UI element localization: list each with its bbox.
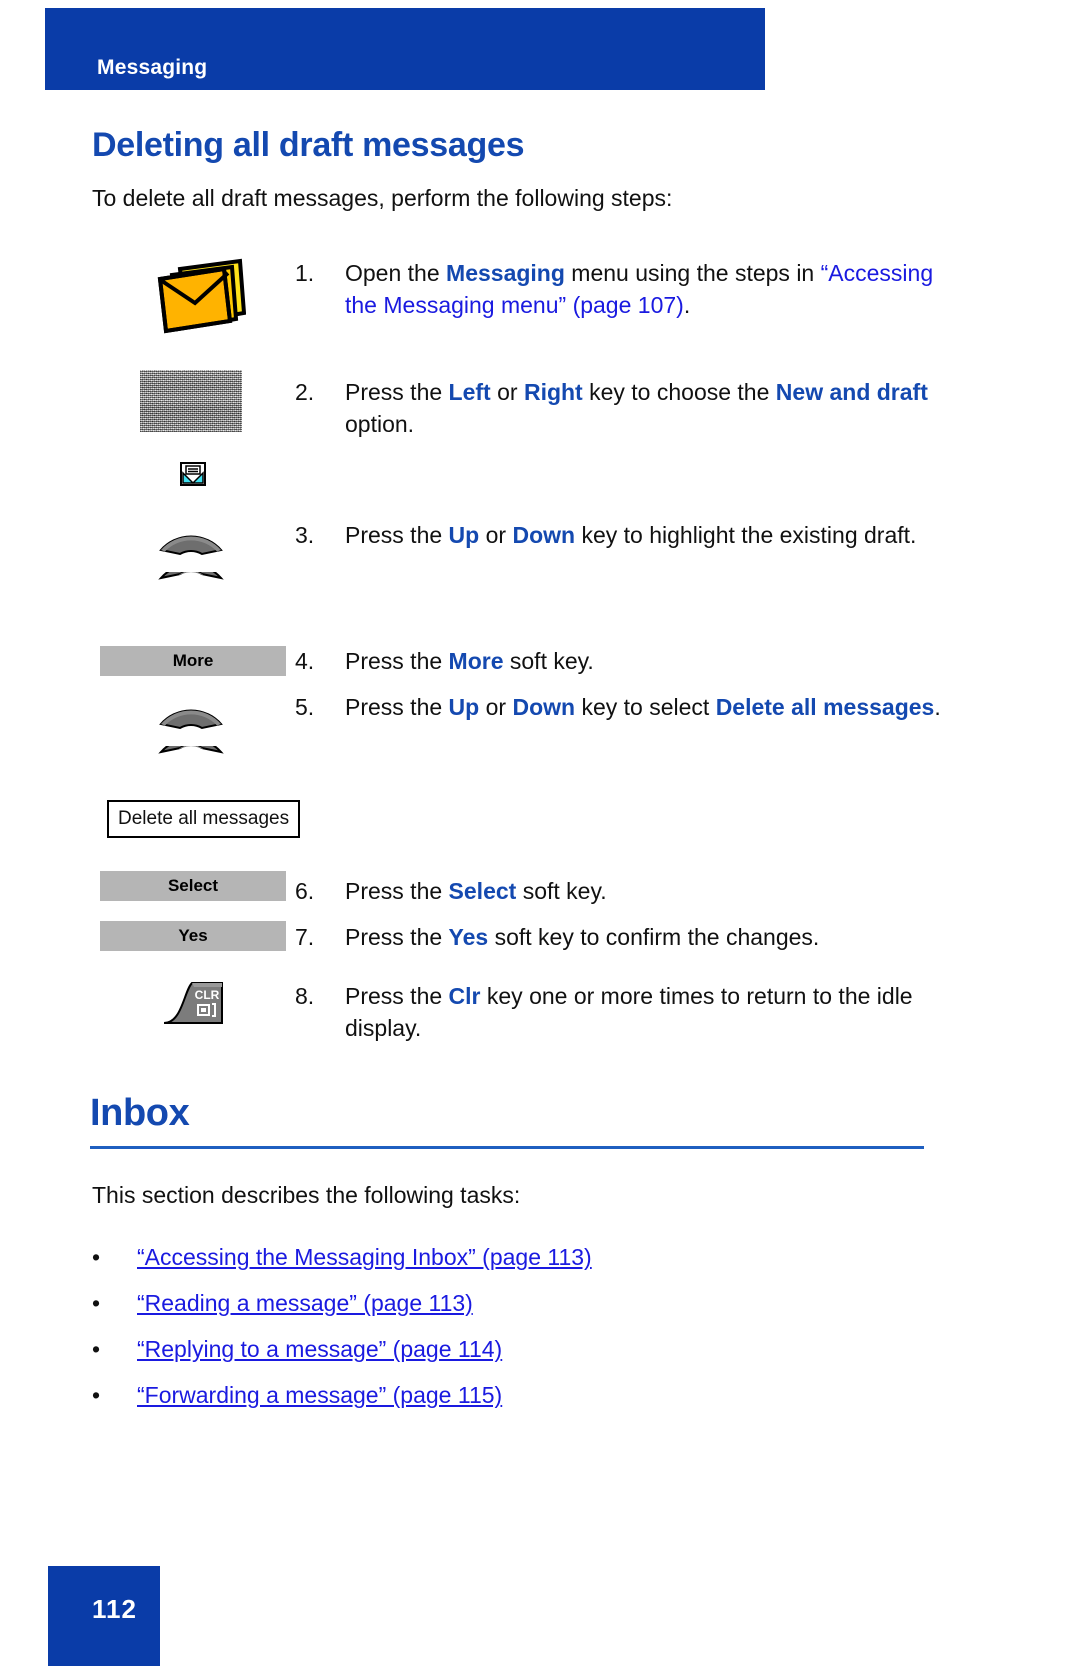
step-3-number: 3.	[295, 522, 315, 548]
inbox-link-replying[interactable]: “Replying to a message” (page 114)	[137, 1335, 502, 1365]
envelope-stack-icon	[150, 255, 247, 335]
inbox-link-forwarding[interactable]: “Forwarding a message” (page 115)	[137, 1381, 502, 1411]
step-1-text: Open the Messaging menu using the steps …	[345, 260, 934, 318]
step-5-number: 5.	[295, 694, 315, 720]
svg-text:CLR: CLR	[195, 988, 220, 1002]
menu-option-delete-all-messages[interactable]: Delete all messages	[107, 800, 301, 838]
step-8-text: Press the Clr key one or more times to r…	[345, 983, 913, 1041]
page-intro-text: To delete all draft messages, perform th…	[92, 185, 673, 211]
menu-option-label: Delete all messages	[107, 800, 301, 838]
step-2-number: 2.	[295, 379, 315, 405]
running-header-bar: Messaging	[45, 8, 765, 90]
navigation-key-up-icon	[155, 510, 227, 556]
step-8-number: 8.	[295, 983, 315, 1009]
step-2-text: Press the Left or Right key to choose th…	[345, 379, 928, 437]
bullet-icon: •	[92, 1244, 101, 1270]
step-7-number: 7.	[295, 924, 315, 950]
softkey-more-button[interactable]: More	[100, 646, 286, 676]
inbox-link-accessing[interactable]: “Accessing the Messaging Inbox” (page 11…	[137, 1243, 592, 1273]
navigation-key-up-icon	[155, 684, 227, 730]
step-1-number: 1.	[295, 260, 315, 286]
bullet-icon: •	[92, 1336, 101, 1362]
softkey-yes-label: Yes	[178, 926, 208, 945]
bullet-icon: •	[92, 1290, 101, 1316]
inbox-intro-text: This section describes the following tas…	[92, 1182, 521, 1208]
softkey-yes-button[interactable]: Yes	[100, 921, 286, 951]
step-1-keyword: Messaging	[446, 260, 565, 286]
bullet-icon: •	[92, 1382, 101, 1408]
section-title-inbox: Inbox	[90, 1092, 190, 1134]
softkey-select-label: Select	[167, 876, 219, 895]
step-6-number: 6.	[295, 878, 315, 904]
scanned-display-image	[140, 370, 242, 432]
running-header-title: Messaging	[97, 56, 208, 79]
step-6-text: Press the Select soft key.	[345, 878, 607, 904]
inbox-link-reading[interactable]: “Reading a message” (page 113)	[137, 1289, 473, 1319]
section-divider-rule	[90, 1146, 924, 1149]
page-title: Deleting all draft messages	[92, 126, 525, 164]
navigation-key-down-icon	[155, 737, 227, 792]
message-envelope-icon	[180, 462, 206, 486]
step-7-text: Press the Yes soft key to confirm the ch…	[345, 924, 820, 950]
step-3-text: Press the Up or Down key to highlight th…	[345, 522, 917, 548]
clr-key-icon: CLR	[162, 977, 226, 1025]
step-5-text: Press the Up or Down key to select Delet…	[345, 694, 941, 720]
step-4-number: 4.	[295, 648, 315, 674]
navigation-key-down-icon	[155, 563, 227, 618]
step-4-text: Press the More soft key.	[345, 648, 594, 674]
softkey-more-label: More	[172, 651, 214, 670]
page-number: 112	[92, 1594, 137, 1624]
page-number-box: 112	[48, 1566, 160, 1666]
softkey-select-button[interactable]: Select	[100, 871, 286, 901]
